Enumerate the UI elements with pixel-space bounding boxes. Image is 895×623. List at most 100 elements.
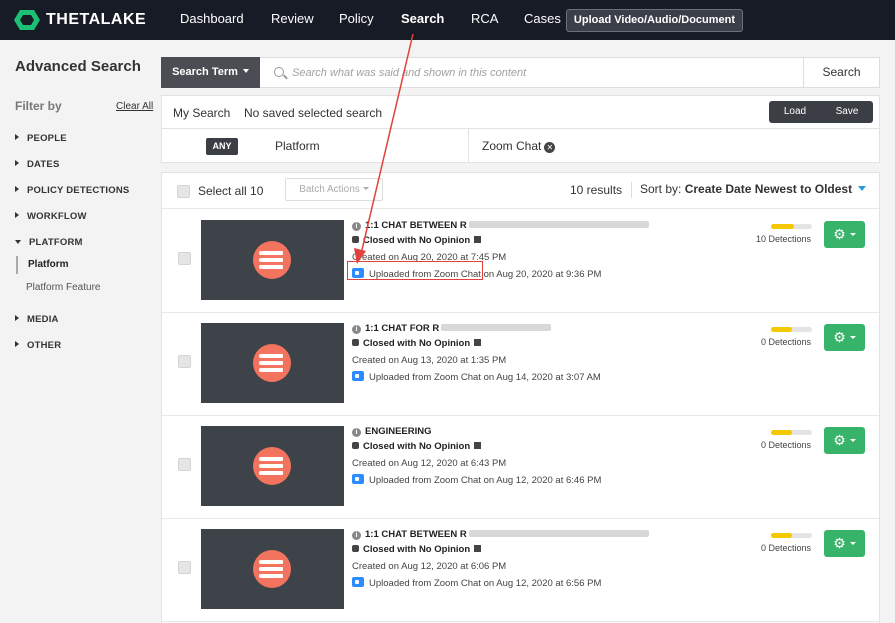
content-thumbnail[interactable] [201, 220, 344, 300]
upload-source-text: Uploaded from Zoom Chat on Aug 12, 2020 … [369, 578, 602, 589]
search-input[interactable] [292, 64, 792, 82]
sidebar-subitem-platform[interactable]: Platform [16, 256, 160, 274]
sort-dropdown[interactable]: Sort by: Create Date Newest to Oldest [640, 182, 867, 196]
sidebar-item-label: PLATFORM [29, 237, 83, 248]
zoom-icon [352, 474, 364, 484]
batch-actions-label: Batch Actions [299, 184, 360, 195]
status-text: Closed with No Opinion [363, 544, 471, 555]
created-date: Created on Aug 13, 2020 at 1:35 PM [352, 355, 507, 366]
sidebar: Advanced Search Filter by Clear All PEOP… [0, 40, 160, 623]
caret-right-icon [15, 315, 19, 321]
result-row[interactable]: i 1:1 CHAT FOR R Closed with No Opinion C… [162, 313, 879, 416]
zoom-icon [352, 577, 364, 587]
search-button[interactable]: Search [803, 57, 880, 88]
row-checkbox[interactable] [178, 561, 191, 574]
status-dot-icon [352, 545, 359, 552]
chat-transcript-icon [253, 241, 291, 279]
result-title[interactable]: i 1:1 CHAT BETWEEN R [352, 529, 649, 540]
brand-name: THETALAKE [46, 11, 147, 28]
caret-right-icon [15, 186, 19, 192]
status-text: Closed with No Opinion [363, 235, 471, 246]
sidebar-title: Advanced Search [15, 58, 141, 75]
nav-rca[interactable]: RCA [471, 11, 498, 26]
caret-right-icon [15, 134, 19, 140]
row-actions-button[interactable]: ⚙ [824, 530, 865, 557]
select-all-checkbox[interactable] [177, 185, 190, 198]
upload-source: Uploaded from Zoom Chat on Aug 12, 2020 … [352, 577, 601, 589]
match-any-badge[interactable]: ANY [206, 138, 238, 155]
search-term-label: Search Term [172, 66, 238, 78]
annotation-highlight-box [347, 261, 483, 280]
row-actions-button[interactable]: ⚙ [824, 324, 865, 351]
sidebar-item-media[interactable]: MEDIA [15, 314, 59, 325]
info-icon: i [352, 325, 361, 334]
active-filter-row: ANY Platform Zoom Chat ✕ [161, 129, 880, 163]
clear-all-link[interactable]: Clear All [116, 101, 153, 112]
caret-down-icon [15, 240, 21, 244]
nav-policy[interactable]: Policy [339, 11, 374, 26]
sidebar-item-label: DATES [27, 159, 60, 170]
chevron-down-icon [849, 542, 856, 545]
archive-icon [474, 339, 482, 346]
status-dot-icon [352, 236, 359, 243]
brand-logo[interactable]: THETALAKE [14, 9, 146, 31]
row-checkbox[interactable] [178, 252, 191, 265]
created-date: Created on Aug 12, 2020 at 6:06 PM [352, 561, 507, 572]
row-checkbox[interactable] [178, 355, 191, 368]
sidebar-item-workflow[interactable]: WORKFLOW [15, 211, 87, 222]
detection-level-bar [771, 533, 812, 538]
info-icon: i [352, 531, 361, 540]
chevron-down-icon [849, 233, 856, 236]
content-thumbnail[interactable] [201, 323, 344, 403]
sidebar-item-label: PEOPLE [27, 133, 67, 144]
detection-level-fill [771, 430, 792, 435]
results-header: Select all 10 Batch Actions 10 results S… [162, 173, 879, 209]
chevron-down-icon [362, 187, 369, 190]
result-title[interactable]: i ENGINEERING [352, 426, 432, 437]
status-dot-icon [352, 442, 359, 449]
save-button[interactable]: Save [821, 101, 873, 123]
status-text: Closed with No Opinion [363, 338, 471, 349]
archive-icon [474, 545, 482, 552]
sidebar-subitem-platform-feature[interactable]: Platform Feature [16, 279, 160, 297]
content-thumbnail[interactable] [201, 426, 344, 506]
upload-source-text: Uploaded from Zoom Chat on Aug 14, 2020 … [369, 372, 601, 383]
result-row[interactable]: i 1:1 CHAT BETWEEN R Closed with No Opini… [162, 519, 879, 622]
sidebar-item-policy-detections[interactable]: POLICY DETECTIONS [15, 185, 129, 196]
sidebar-item-other[interactable]: OTHER [15, 340, 61, 351]
detection-level-bar [771, 224, 812, 229]
row-actions-button[interactable]: ⚙ [824, 221, 865, 248]
detections-count: 10 Detections [755, 234, 811, 244]
upload-source: Uploaded from Zoom Chat on Aug 12, 2020 … [352, 474, 601, 486]
sidebar-item-people[interactable]: PEOPLE [15, 133, 67, 144]
filter-by-label: Filter by [15, 99, 62, 113]
workflow-status: Closed with No Opinion [352, 235, 482, 246]
batch-actions-dropdown[interactable]: Batch Actions [285, 178, 383, 201]
nav-review[interactable]: Review [271, 11, 314, 26]
result-title-text: 1:1 CHAT FOR R [365, 323, 440, 334]
nav-cases[interactable]: Cases [524, 11, 561, 26]
load-button[interactable]: Load [769, 101, 821, 123]
divider [631, 182, 632, 198]
chat-transcript-icon [253, 447, 291, 485]
sidebar-item-label: POLICY DETECTIONS [27, 185, 130, 196]
archive-icon [474, 236, 482, 243]
search-term-dropdown[interactable]: Search Term [161, 57, 260, 88]
result-title[interactable]: i 1:1 CHAT BETWEEN R [352, 220, 649, 231]
archive-icon [474, 442, 482, 449]
row-actions-button[interactable]: ⚙ [824, 427, 865, 454]
nav-dashboard[interactable]: Dashboard [180, 11, 244, 26]
nav-search[interactable]: Search [401, 11, 444, 26]
gear-icon: ⚙ [833, 535, 846, 551]
saved-search-value[interactable]: No saved selected search [244, 106, 382, 120]
remove-filter-icon[interactable]: ✕ [544, 142, 556, 153]
row-checkbox[interactable] [178, 458, 191, 471]
result-row[interactable]: i ENGINEERING Closed with No Opinion Crea… [162, 416, 879, 519]
sidebar-item-dates[interactable]: DATES [15, 159, 60, 170]
content-thumbnail[interactable] [201, 529, 344, 609]
sidebar-item-platform[interactable]: PLATFORM [15, 237, 83, 248]
result-row[interactable]: i 1:1 CHAT BETWEEN R Closed with No Opini… [162, 210, 879, 313]
upload-button[interactable]: Upload Video/Audio/Document [566, 9, 743, 32]
result-title[interactable]: i 1:1 CHAT FOR R [352, 323, 552, 334]
gear-icon: ⚙ [833, 226, 846, 242]
